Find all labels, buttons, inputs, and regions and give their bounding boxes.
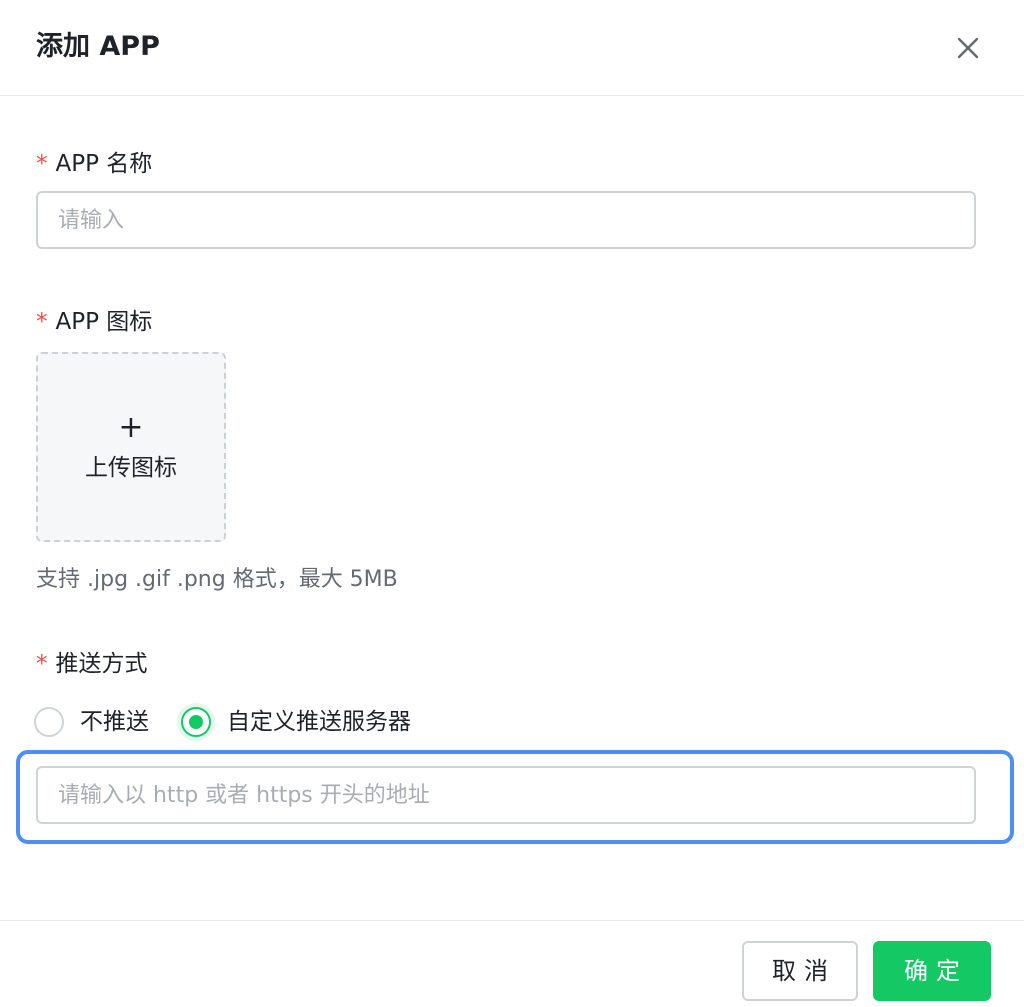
required-mark: * [36,309,48,335]
upload-hint: 支持 .jpg .gif .png 格式，最大 5MB [36,567,398,592]
cancel-button[interactable]: 取消 [742,941,858,1001]
dialog-footer: 取消 确定 [0,920,1024,1007]
close-button[interactable] [952,32,984,64]
push-method-radio-group: 不推送 自定义推送服务器 [34,704,411,740]
confirm-button[interactable]: 确定 [873,941,991,1001]
close-icon [957,37,979,59]
app-icon-label-text: APP 图标 [55,309,153,335]
push-method-label: * 推送方式 [36,648,148,680]
push-method-label-text: 推送方式 [55,651,148,677]
radio-no-push[interactable]: 不推送 [34,704,149,740]
app-name-label: * APP 名称 [36,148,152,180]
upload-icon-button[interactable]: + 上传图标 [36,352,226,542]
server-url-input[interactable] [36,766,976,824]
radio-label-no-push: 不推送 [80,709,149,735]
add-app-dialog: 添加 APP * APP 名称 * APP 图标 + 上传图标 支持 .jpg .g… [0,0,1024,1007]
dialog-header: 添加 APP [0,0,1024,96]
upload-icon-text: 上传图标 [85,455,177,481]
radio-custom-server[interactable]: 自定义推送服务器 [181,704,411,740]
radio-circle[interactable] [34,707,64,737]
app-icon-label: * APP 图标 [36,306,152,338]
radio-circle-checked[interactable] [181,707,211,737]
app-name-label-text: APP 名称 [55,151,153,177]
radio-label-custom-server: 自定义推送服务器 [227,709,411,735]
dialog-title: 添加 APP [36,31,160,62]
required-mark: * [36,151,48,177]
plus-icon: + [118,410,144,445]
app-name-input[interactable] [36,191,976,249]
required-mark: * [36,651,48,677]
